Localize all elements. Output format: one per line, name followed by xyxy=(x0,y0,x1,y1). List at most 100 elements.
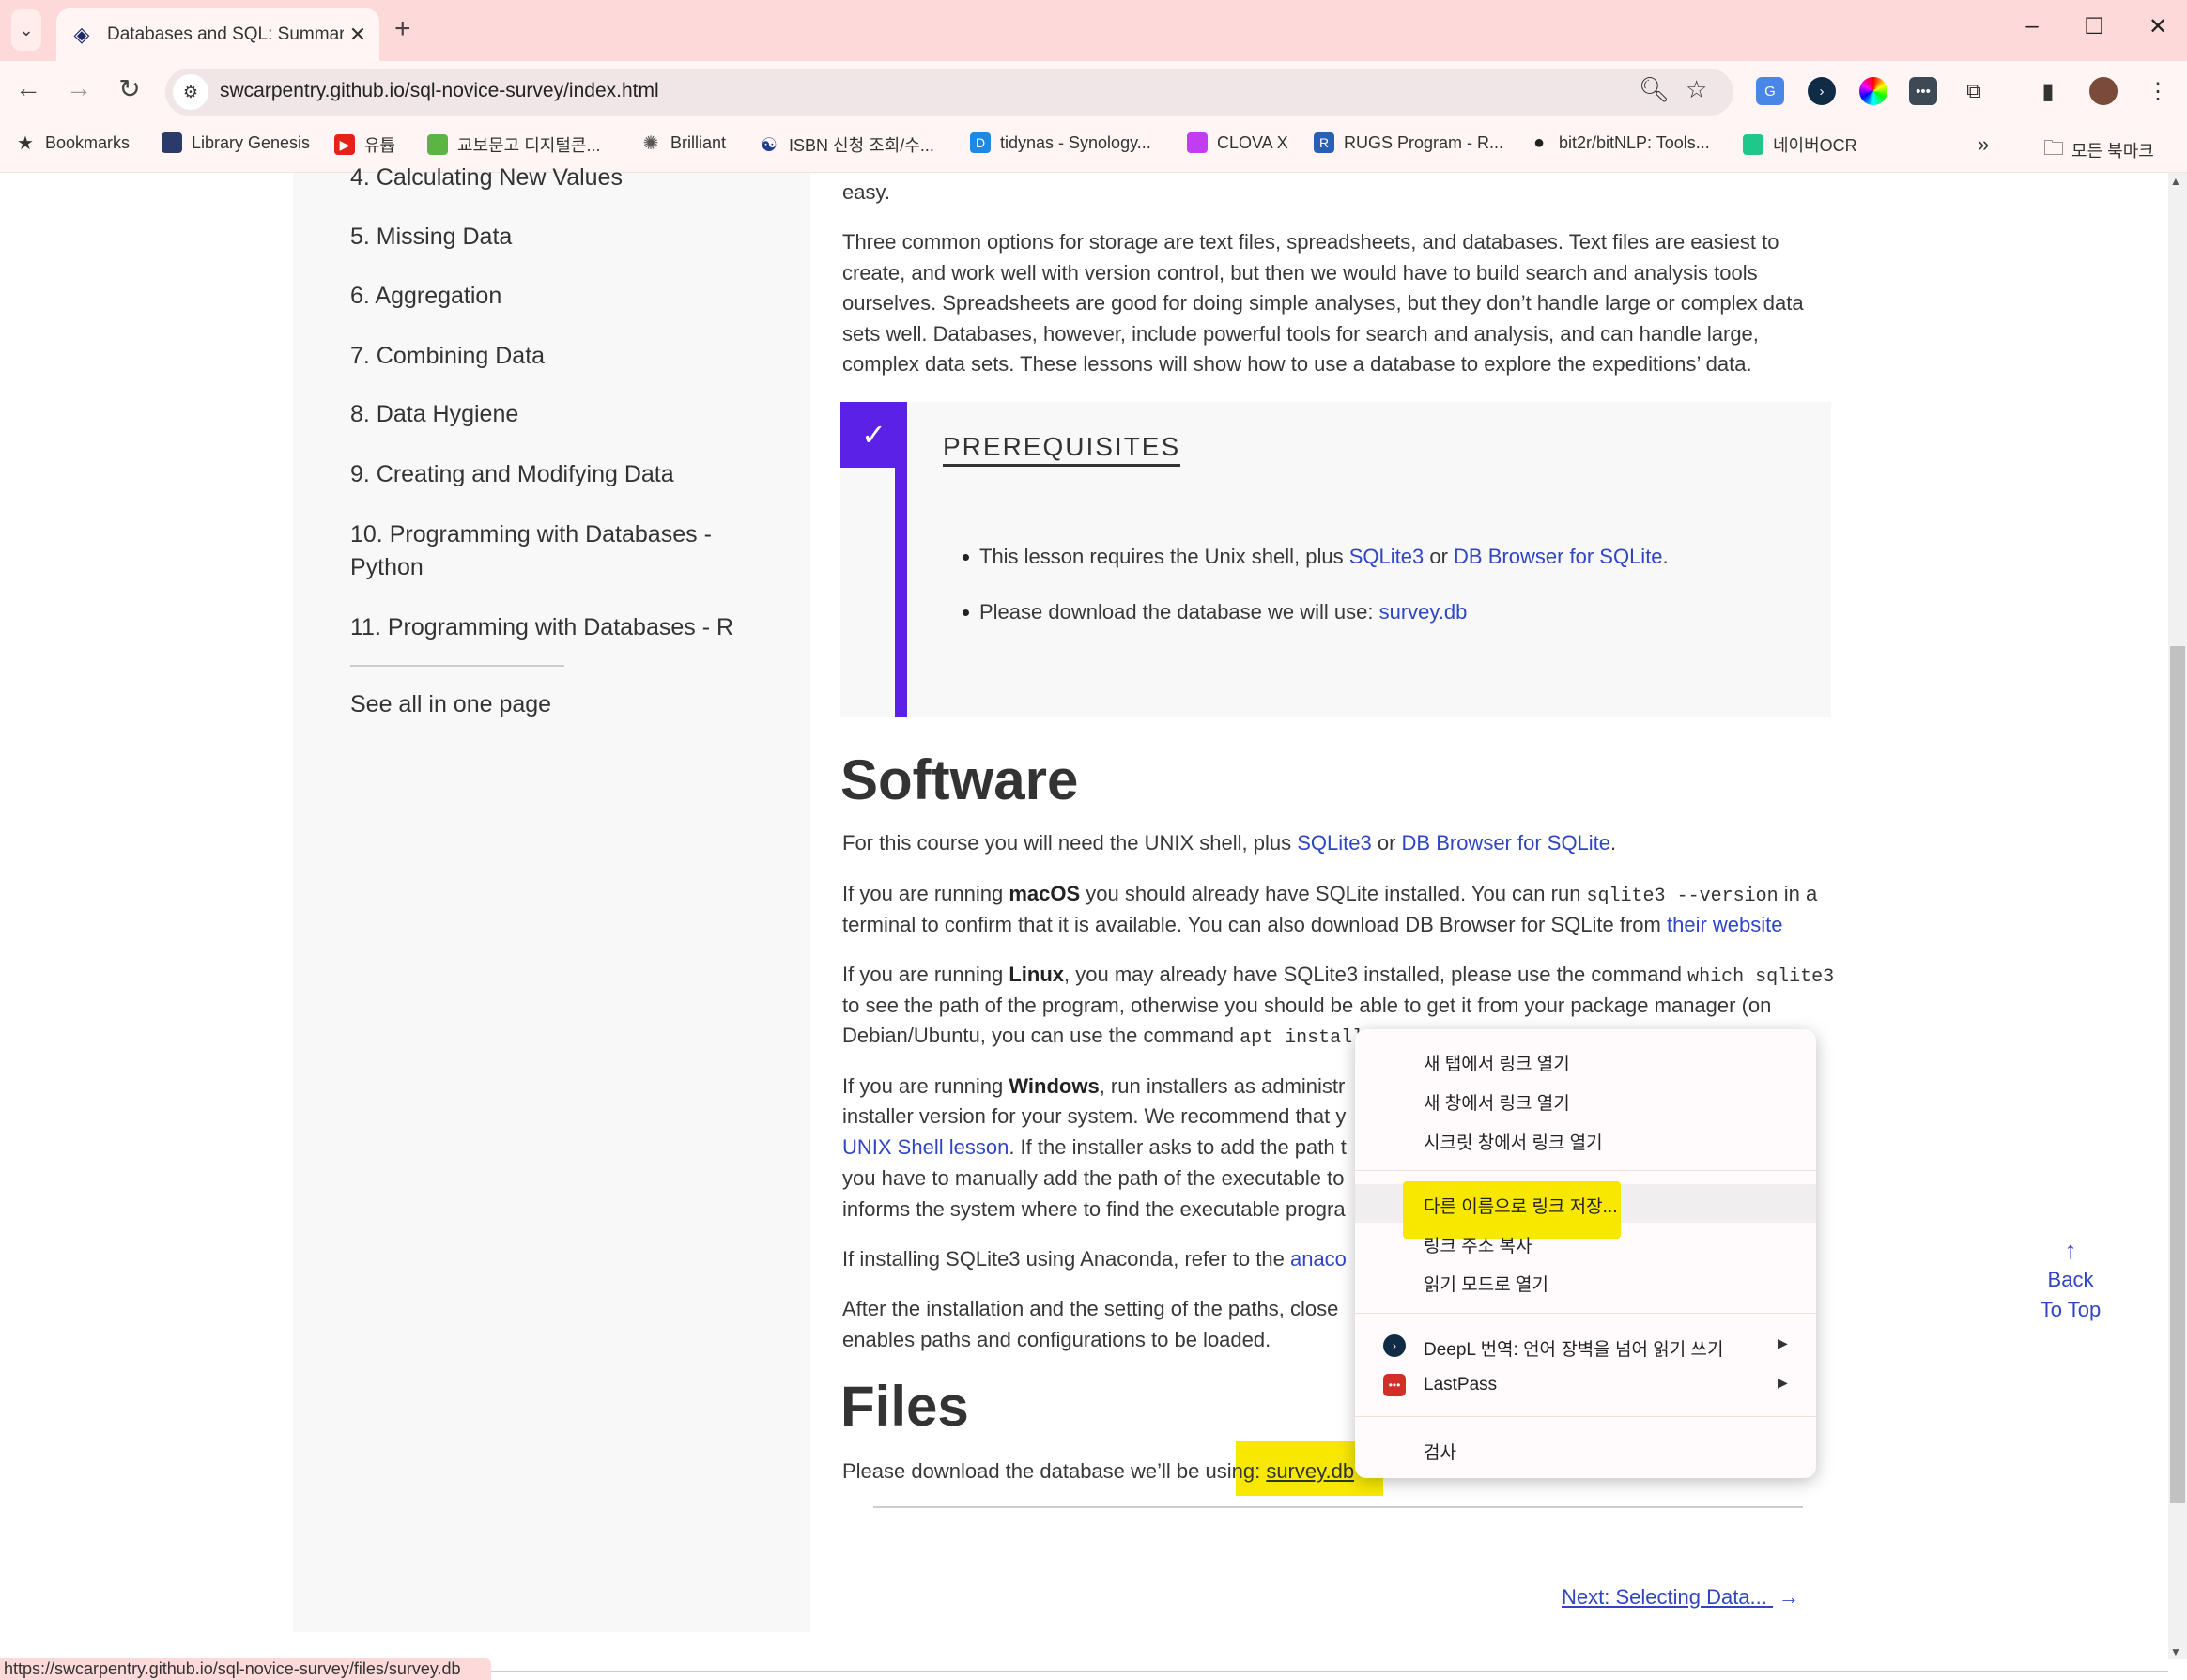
inline-link[interactable]: survey.db xyxy=(1266,1459,1354,1483)
sidebar-item-calculating-new-values[interactable]: 4. Calculating New Values xyxy=(350,161,623,194)
menu-kebab-icon[interactable]: ⋮ xyxy=(2144,77,2172,105)
bookmark-label: tidynas - Synology... xyxy=(1000,132,1151,152)
text-line: After the installation and the setting o… xyxy=(842,1295,1338,1323)
lastpass-icon: ••• xyxy=(1383,1374,1406,1396)
lesson-sidebar xyxy=(293,173,810,1632)
inline-link[interactable]: SQLite3 xyxy=(1297,831,1372,855)
sidebar-item-programming-python-cont[interactable]: Python xyxy=(350,550,424,584)
back-button[interactable]: ← xyxy=(11,73,45,103)
context-menu-item[interactable]: 읽기 모드로 열기 xyxy=(1355,1262,1816,1302)
sidebar-item-programming-r[interactable]: 11. Programming with Databases - R xyxy=(350,610,733,644)
context-menu-item[interactable]: 새 탭에서 링크 열기 xyxy=(1355,1041,1816,1081)
tab-close-icon[interactable]: ✕ xyxy=(344,23,372,47)
bookmark-item[interactable]: R RUGS Program - R... xyxy=(1314,132,1503,153)
forward-button[interactable]: → xyxy=(62,73,96,103)
sidebar-item-data-hygiene[interactable]: 8. Data Hygiene xyxy=(350,397,518,431)
next-lesson-link[interactable]: Next: Selecting Data... → xyxy=(1562,1585,1799,1610)
menu-separator xyxy=(1355,1170,1816,1171)
scrollbar-thumb[interactable] xyxy=(2170,646,2185,1503)
google-translate-icon[interactable]: G xyxy=(1756,77,1784,105)
text-segment: Please download the database we’ll be us… xyxy=(842,1459,1267,1483)
context-menu-item[interactable]: 시크릿 창에서 링크 열기 xyxy=(1355,1120,1816,1160)
color-picker-extension-icon[interactable] xyxy=(1859,77,1887,105)
scroll-up-icon[interactable]: ▲ xyxy=(2170,175,2181,188)
text-line: Please download the database we will use… xyxy=(979,598,1467,626)
site-info-icon[interactable]: ⚙ xyxy=(173,74,208,110)
text-segment: . xyxy=(1662,545,1669,568)
context-menu-item[interactable]: 링크 주소 복사 xyxy=(1355,1224,1816,1263)
inline-link[interactable]: DB Browser for SQLite xyxy=(1454,545,1663,568)
tab-search-button[interactable]: ⌄ xyxy=(11,9,41,51)
submenu-arrow-icon: ▶ xyxy=(1778,1375,1788,1390)
text-line: enables paths and configurations to be l… xyxy=(842,1326,1271,1354)
inline-link[interactable]: SQLite3 xyxy=(1349,545,1425,568)
context-menu-item[interactable]: 새 창에서 링크 열기 xyxy=(1355,1081,1816,1120)
bookmark-item[interactable]: Dtidynas - Synology... xyxy=(970,132,1151,153)
bookmark-item[interactable]: ● bit2r/bitNLP: Tools... xyxy=(1529,132,1710,153)
window-close-button[interactable]: ✕ xyxy=(2139,13,2177,40)
deepl-extension-icon[interactable]: › xyxy=(1808,77,1836,105)
minimize-button[interactable]: – xyxy=(2013,13,2051,39)
tab-active[interactable]: ◈ Databases and SQL: Summary ✕ xyxy=(56,8,379,61)
reload-button[interactable]: ↻ xyxy=(113,73,146,104)
sidebar-item-programming-python[interactable]: 10. Programming with Databases - xyxy=(350,517,712,551)
context-menu-item[interactable]: 검사 xyxy=(1355,1430,1816,1470)
bookmark-item[interactable]: Library Genesis xyxy=(162,132,310,153)
see-all-link[interactable]: See all in one page xyxy=(350,687,551,721)
text-line: Please download the database we’ll be us… xyxy=(842,1457,1354,1486)
bookmark-label: 교보문고 디지털콘... xyxy=(457,136,601,155)
side-panel-icon[interactable]: ▮ xyxy=(2034,77,2062,105)
back-to-top-link[interactable]: ↑ Back To Top xyxy=(2028,1235,2113,1325)
bullet xyxy=(963,609,969,616)
inline-link[interactable]: survey.db xyxy=(1379,600,1468,624)
bookmark-item[interactable]: 네이버OCR xyxy=(1743,132,1857,157)
text-segment: in a xyxy=(1778,882,1818,905)
sidebar-item-combining-data[interactable]: 7. Combining Data xyxy=(350,339,545,373)
text-segment: create, and work well with version contr… xyxy=(842,261,1758,285)
text-segment: , you may already have SQLite3 installed… xyxy=(1064,963,1688,986)
folder-icon: 🗀 xyxy=(2043,136,2065,160)
maximize-button[interactable]: ☐ xyxy=(2075,13,2113,40)
text-line: For this course you will need the UNIX s… xyxy=(842,829,1616,857)
bookmark-item[interactable]: ▶ 유튭 xyxy=(334,132,395,157)
sidebar-item-missing-data[interactable]: 5. Missing Data xyxy=(350,220,512,254)
new-tab-button[interactable]: + xyxy=(394,13,411,45)
bookmark-item[interactable]: 교보문고 디지털콘... xyxy=(427,132,600,157)
bold-text: Linux xyxy=(1009,963,1065,986)
menu-separator xyxy=(1355,1416,1816,1417)
text-segment: ourselves. Spreadsheets are good for doi… xyxy=(842,291,1804,315)
sidebar-item-aggregation[interactable]: 6. Aggregation xyxy=(350,279,501,313)
text-segment: If you are running xyxy=(842,963,1009,986)
bookmarks-overflow-icon[interactable]: » xyxy=(1978,132,1989,157)
scroll-down-icon[interactable]: ▼ xyxy=(2170,1645,2181,1658)
all-bookmarks-folder[interactable]: 🗀 모든 북마크 xyxy=(2043,132,2154,168)
text-segment: to see the path of the program, otherwis… xyxy=(842,994,1772,1017)
inline-link[interactable]: their website xyxy=(1667,913,1783,936)
lastpass-extension-icon[interactable]: ••• xyxy=(1909,77,1937,105)
url-text[interactable]: swcarpentry.github.io/sql-novice-survey/… xyxy=(220,80,659,102)
text-line: installer version for your system. We re… xyxy=(842,1102,1346,1131)
zoom-icon[interactable]: 🔍︎ xyxy=(1639,75,1670,104)
context-menu-item[interactable]: 다른 이름으로 링크 저장... xyxy=(1355,1184,1816,1224)
text-segment: , run installers as administr xyxy=(1099,1074,1346,1098)
extensions-puzzle-icon[interactable]: ⧉ xyxy=(1960,77,1988,105)
bookmark-label: 네이버OCR xyxy=(1773,136,1857,155)
bookmark-item[interactable]: ☯ ISBN 신청 조회/수... xyxy=(759,132,934,157)
bookmark-item[interactable]: ✺ Brilliant xyxy=(640,132,726,154)
context-menu-item[interactable]: › DeepL 번역: 언어 장벽을 넘어 읽기 쓰기 ▶ xyxy=(1355,1327,1816,1366)
bookmark-star-icon[interactable]: ☆ xyxy=(1686,75,1707,104)
context-menu-item[interactable]: ••• LastPass ▶ xyxy=(1355,1366,1816,1406)
arrow-up-icon: ↑ xyxy=(2064,1236,2077,1264)
profile-avatar[interactable] xyxy=(2089,77,2118,105)
bookmark-label: ISBN 신청 조회/수... xyxy=(789,136,934,155)
text-segment: terminal to confirm that it is available… xyxy=(842,913,1667,936)
clova-icon xyxy=(1187,132,1208,153)
inline-link[interactable]: anaco xyxy=(1290,1247,1347,1271)
text-segment: Please download the database we will use… xyxy=(979,600,1379,624)
inline-link[interactable]: DB Browser for SQLite xyxy=(1402,831,1611,855)
sidebar-item-creating-modifying-data[interactable]: 9. Creating and Modifying Data xyxy=(350,457,674,491)
bookmark-item[interactable]: CLOVA X xyxy=(1187,132,1288,153)
inline-link[interactable]: UNIX Shell lesson xyxy=(842,1135,1009,1159)
bookmark-item[interactable]: ★ Bookmarks xyxy=(15,132,130,154)
text-line: If you are running Linux, you may alread… xyxy=(842,961,1834,992)
